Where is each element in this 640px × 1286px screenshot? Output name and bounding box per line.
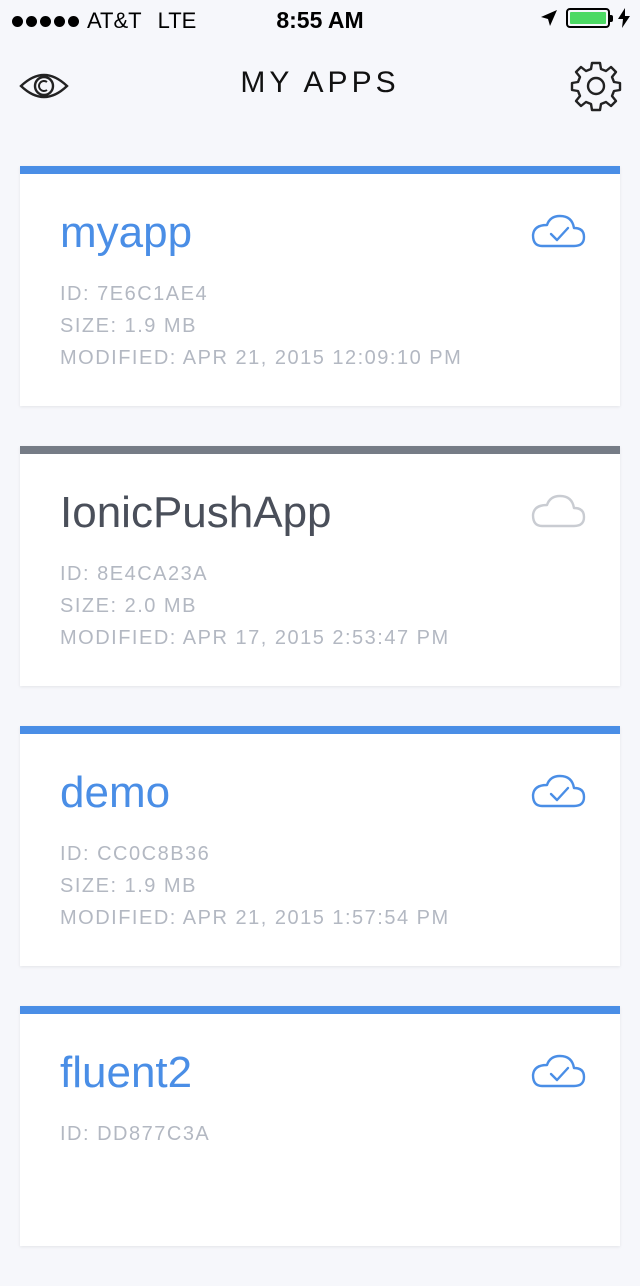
app-card[interactable]: IonicPushApp ID: 8E4CA23A SIZE: 2.0 MB M…	[20, 446, 620, 686]
page-title: MY APPS	[240, 66, 400, 99]
app-size: SIZE: 1.9 MB	[60, 875, 197, 897]
app-meta: ID: 8E4CA23A SIZE: 2.0 MB MODIFIED: APR …	[60, 558, 450, 654]
cloud-check-icon[interactable]	[528, 1050, 588, 1090]
app-id: ID: 8E4CA23A	[60, 563, 209, 585]
card-accent-bar	[20, 726, 620, 734]
app-modified: MODIFIED: APR 21, 2015 12:09:10 PM	[60, 347, 463, 369]
app-list: myapp ID: 7E6C1AE4 SIZE: 1.9 MB MODIFIED…	[20, 166, 620, 1286]
charging-bolt-icon	[618, 8, 630, 28]
app-size: SIZE: 2.0 MB	[60, 595, 197, 617]
nav-bar: MY APPS	[0, 40, 640, 130]
status-bar: AT&T LTE 8:55 AM	[0, 0, 640, 40]
app-modified: MODIFIED: APR 21, 2015 1:57:54 PM	[60, 907, 450, 929]
app-meta: ID: CC0C8B36 SIZE: 1.9 MB MODIFIED: APR …	[60, 838, 450, 934]
app-size: SIZE: 1.9 MB	[60, 315, 197, 337]
app-id: ID: 7E6C1AE4	[60, 283, 209, 305]
gear-icon	[570, 61, 622, 112]
app-name: IonicPushApp	[60, 488, 332, 537]
app-id: ID: CC0C8B36	[60, 843, 211, 865]
cloud-check-icon[interactable]	[528, 210, 588, 250]
app-card[interactable]: demo ID: CC0C8B36 SIZE: 1.9 MB MODIFIED:…	[20, 726, 620, 966]
app-id: ID: DD877C3A	[60, 1123, 211, 1145]
card-accent-bar	[20, 166, 620, 174]
cloud-icon[interactable]	[528, 490, 588, 530]
card-accent-bar	[20, 446, 620, 454]
settings-button[interactable]	[568, 58, 624, 114]
app-name: fluent2	[60, 1048, 193, 1097]
app-name: demo	[60, 768, 171, 817]
app-modified: MODIFIED: APR 17, 2015 2:53:47 PM	[60, 627, 450, 649]
status-right	[540, 8, 630, 28]
location-arrow-icon	[541, 10, 557, 26]
battery-icon	[566, 8, 613, 28]
app-card[interactable]: myapp ID: 7E6C1AE4 SIZE: 1.9 MB MODIFIED…	[20, 166, 620, 406]
cloud-check-icon[interactable]	[528, 770, 588, 810]
app-name: myapp	[60, 208, 193, 257]
app-meta: ID: DD877C3A	[60, 1118, 210, 1150]
app-meta: ID: 7E6C1AE4 SIZE: 1.9 MB MODIFIED: APR …	[60, 278, 462, 374]
card-accent-bar	[20, 1006, 620, 1014]
app-card[interactable]: fluent2 ID: DD877C3A	[20, 1006, 620, 1246]
